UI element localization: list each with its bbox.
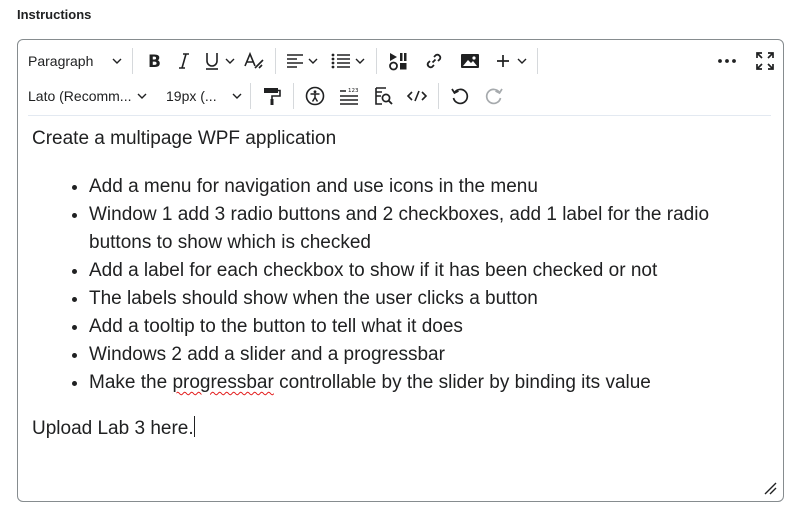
- format-block-value: Paragraph: [28, 53, 94, 69]
- list-item-text-before: Make the: [89, 372, 173, 393]
- instruction-list: Add a menu for navigation and use icons …: [32, 173, 769, 397]
- editor-content[interactable]: Create a multipage WPF application Add a…: [32, 125, 769, 443]
- list-button[interactable]: [326, 46, 370, 76]
- media-button[interactable]: [383, 46, 413, 76]
- misspelled-word: progressbar: [172, 372, 274, 393]
- chevron-down-icon: [106, 56, 122, 66]
- closing-paragraph: Upload Lab 3 here.: [32, 415, 769, 443]
- find-replace-icon: [373, 86, 393, 106]
- list-item: Make the progressbar controllable by the…: [89, 369, 769, 397]
- redo-button[interactable]: [479, 81, 509, 111]
- toolbar-row-1: Paragraph B: [18, 46, 544, 76]
- chevron-down-icon: [304, 56, 318, 66]
- image-button[interactable]: [455, 46, 485, 76]
- toolbar-row-2: Lato (Recomm... 19px (... 123: [18, 81, 509, 111]
- undo-button[interactable]: [445, 81, 475, 111]
- find-replace-button[interactable]: [368, 81, 398, 111]
- rich-text-editor[interactable]: Paragraph B Lato (Recomm... 19px (... 12…: [17, 39, 784, 502]
- chevron-down-icon: [351, 56, 365, 66]
- insert-button[interactable]: [491, 46, 531, 76]
- align-icon: [286, 53, 304, 69]
- chevron-down-icon: [511, 56, 527, 66]
- list-item: Window 1 add 3 radio buttons and 2 check…: [89, 201, 769, 257]
- clear-format-icon: [243, 51, 265, 71]
- font-size-dropdown[interactable]: 19px (...: [154, 81, 244, 111]
- toolbar-separator: [293, 83, 294, 109]
- list-item: Add a tooltip to the button to tell what…: [89, 313, 769, 341]
- source-code-icon: [406, 89, 428, 103]
- add-icon: [495, 53, 511, 69]
- resize-handle[interactable]: [763, 481, 777, 495]
- underline-icon: [203, 51, 223, 71]
- toolbar-separator: [438, 83, 439, 109]
- toolbar-separator: [250, 83, 251, 109]
- list-item: The labels should show when the user cli…: [89, 285, 769, 313]
- image-icon: [460, 52, 480, 70]
- accessibility-icon: [305, 86, 325, 106]
- list-item-text-after: controllable by the slider by binding it…: [273, 372, 651, 393]
- underline-button[interactable]: [199, 46, 239, 76]
- word-count-icon: 123: [338, 86, 360, 106]
- toolbar-separator: [275, 48, 276, 74]
- toolbar-separator: [537, 48, 538, 74]
- more-button[interactable]: [712, 46, 742, 76]
- link-button[interactable]: [419, 46, 449, 76]
- svg-text:123: 123: [348, 88, 359, 94]
- toolbar-divider: [28, 115, 771, 116]
- list-item: Add a menu for navigation and use icons …: [89, 173, 769, 201]
- closing-text: Upload Lab 3 here.: [32, 418, 194, 439]
- fullscreen-button[interactable]: [750, 46, 780, 76]
- word-count-button[interactable]: 123: [334, 81, 364, 111]
- font-family-dropdown[interactable]: Lato (Recomm...: [18, 81, 148, 111]
- source-code-button[interactable]: [402, 81, 432, 111]
- intro-paragraph: Create a multipage WPF application: [32, 128, 337, 149]
- format-painter-icon: [262, 86, 282, 106]
- svg-text:B: B: [148, 52, 161, 70]
- format-block-dropdown[interactable]: Paragraph: [18, 46, 126, 76]
- undo-icon: [450, 86, 470, 106]
- section-label: Instructions: [17, 7, 92, 22]
- accessibility-button[interactable]: [300, 81, 330, 111]
- toolbar-separator: [132, 48, 133, 74]
- chevron-down-icon: [131, 91, 147, 101]
- italic-icon: [175, 52, 193, 70]
- media-icon: [388, 51, 408, 71]
- format-painter-button[interactable]: [257, 81, 287, 111]
- more-icon: [717, 58, 737, 64]
- list-item: Windows 2 add a slider and a progressbar: [89, 341, 769, 369]
- italic-button[interactable]: [169, 46, 199, 76]
- clear-format-button[interactable]: [239, 46, 269, 76]
- redo-icon: [484, 86, 504, 106]
- list-item: Add a label for each checkbox to show if…: [89, 257, 769, 285]
- text-caret: [193, 416, 195, 437]
- link-icon: [424, 51, 444, 71]
- chevron-down-icon: [223, 56, 235, 66]
- bold-button[interactable]: B: [139, 46, 169, 76]
- chevron-down-icon: [226, 91, 242, 101]
- font-family-value: Lato (Recomm...: [28, 88, 132, 104]
- fullscreen-icon: [755, 51, 775, 71]
- align-button[interactable]: [282, 46, 322, 76]
- bold-icon: B: [145, 52, 163, 70]
- toolbar-separator: [376, 48, 377, 74]
- font-size-value: 19px (...: [166, 88, 217, 104]
- list-icon: [331, 53, 351, 69]
